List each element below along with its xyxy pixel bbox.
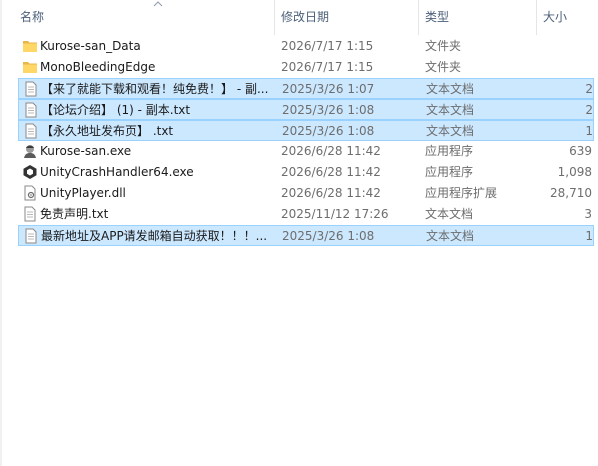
file-type: 文本文档 <box>425 207 474 221</box>
unity-icon <box>22 164 38 180</box>
file-date: 2025/3/26 1:08 <box>282 124 375 138</box>
column-name-label: 名称 <box>20 10 45 24</box>
file-name: 【永久地址发布页】 .txt <box>41 124 174 138</box>
file-row[interactable]: 最新地址及APP请发邮箱自动获取！！！... 2025/3/26 1:08 文本文档… <box>18 225 594 246</box>
file-date: 2025/3/26 1:08 <box>282 103 375 117</box>
file-type: 文本文档 <box>426 82 475 96</box>
column-date-label: 修改日期 <box>281 10 330 24</box>
file-size: 1 <box>585 229 593 243</box>
folder-icon <box>22 59 38 75</box>
file-name: UnityPlayer.dll <box>40 186 126 200</box>
file-size: 1,098 <box>557 165 592 179</box>
file-size: 1 <box>585 124 593 138</box>
file-type: 文本文档 <box>426 229 475 243</box>
column-type-label: 类型 <box>425 10 450 24</box>
file-date: 2026/7/17 1:15 <box>281 60 374 74</box>
file-type: 文本文档 <box>426 103 475 117</box>
file-size: 2 <box>585 82 593 96</box>
column-date-header[interactable]: 修改日期 <box>274 0 418 35</box>
file-type: 应用程序 <box>425 165 474 179</box>
explorer-left-edge <box>0 0 2 466</box>
text-file-icon <box>23 102 39 118</box>
file-size <box>524 57 592 78</box>
file-type: 文本文档 <box>426 124 475 138</box>
file-type: 应用程序 <box>425 144 474 158</box>
file-date: 2025/3/26 1:07 <box>282 82 375 96</box>
text-file-icon <box>23 228 39 244</box>
file-size: 28,710 <box>550 186 592 200</box>
file-row[interactable]: 【永久地址发布页】 .txt 2025/3/26 1:08 文本文档 1 <box>18 120 594 141</box>
sort-ascending-icon <box>153 1 163 7</box>
file-type: 文件夹 <box>425 60 462 74</box>
file-name: 【来了就能下载和观看！纯免费！】 - 副... <box>41 82 269 96</box>
file-name: UnityCrashHandler64.exe <box>40 165 194 179</box>
file-date: 2026/6/28 11:42 <box>281 186 381 200</box>
file-name: MonoBleedingEdge <box>40 60 156 74</box>
file-row[interactable]: 【来了就能下载和观看！纯免费！】 - 副... 2025/3/26 1:07 文本文… <box>18 78 594 99</box>
file-name: 【论坛介绍】 (1) - 副本.txt <box>41 103 191 117</box>
file-row[interactable]: MonoBleedingEdge 2026/7/17 1:15 文件夹 <box>18 57 594 78</box>
file-date: 2025/3/26 1:08 <box>282 229 375 243</box>
column-size-header[interactable]: 大小 <box>536 0 598 35</box>
file-type: 文件夹 <box>425 39 462 53</box>
file-row[interactable]: 【论坛介绍】 (1) - 副本.txt 2025/3/26 1:08 文本文档 2 <box>18 99 594 120</box>
file-row[interactable]: UnityPlayer.dll 2026/6/28 11:42 应用程序扩展 28,7… <box>18 183 594 204</box>
game-exe-icon <box>22 143 38 159</box>
text-file-icon <box>23 123 39 139</box>
file-date: 2026/6/28 11:42 <box>281 144 381 158</box>
file-date: 2026/6/28 11:42 <box>281 165 381 179</box>
file-type: 应用程序扩展 <box>425 186 498 200</box>
file-name: 免责声明.txt <box>40 207 109 221</box>
file-name: Kurose-san_Data <box>40 39 141 53</box>
dll-file-icon <box>22 185 38 201</box>
file-row[interactable]: Kurose-san.exe 2026/6/28 11:42 应用程序 639 <box>18 141 594 162</box>
file-date: 2026/7/17 1:15 <box>281 39 374 53</box>
column-name-header[interactable]: 名称 <box>14 0 274 35</box>
text-file-icon <box>22 206 38 222</box>
file-row[interactable]: Kurose-san_Data 2026/7/17 1:15 文件夹 <box>18 36 594 57</box>
file-row[interactable]: 免责声明.txt 2025/11/12 17:26 文本文档 3 <box>18 204 594 225</box>
file-date: 2025/11/12 17:26 <box>281 207 389 221</box>
file-row[interactable]: UnityCrashHandler64.exe 2026/6/28 11:42 应用… <box>18 162 594 183</box>
file-name: 最新地址及APP请发邮箱自动获取！！！... <box>41 229 268 243</box>
file-size <box>524 36 592 57</box>
text-file-icon <box>23 81 39 97</box>
file-name: Kurose-san.exe <box>40 144 132 158</box>
column-type-header[interactable]: 类型 <box>418 0 536 35</box>
folder-icon <box>22 38 38 54</box>
file-size: 3 <box>584 207 592 221</box>
column-size-label: 大小 <box>543 10 568 24</box>
column-header: 名称 修改日期 类型 大小 <box>0 0 598 35</box>
file-size: 639 <box>569 144 592 158</box>
file-size: 2 <box>585 103 593 117</box>
